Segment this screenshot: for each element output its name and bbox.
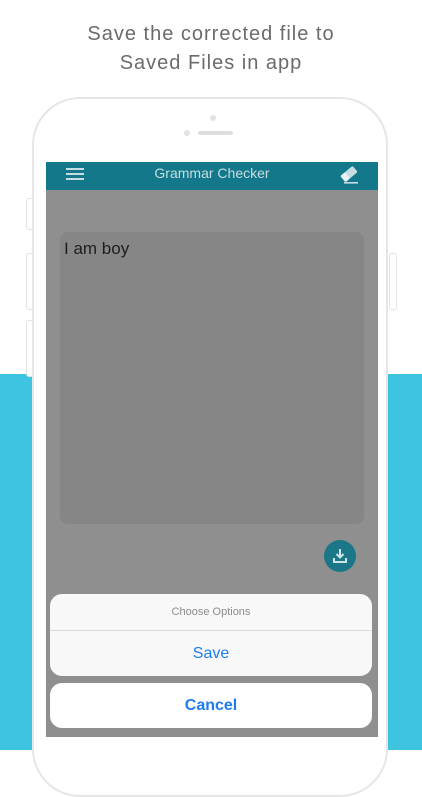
action-sheet-title: Choose Options (50, 594, 372, 631)
download-icon (333, 549, 347, 563)
phone-sensor (210, 115, 216, 121)
phone-camera (184, 130, 190, 136)
grammar-text-editor[interactable]: I am boy (60, 232, 364, 524)
phone-speaker (198, 131, 233, 135)
save-button[interactable]: Save (50, 631, 372, 676)
app-screen: Grammar Checker I am boy Choose Options (46, 162, 378, 737)
cancel-button[interactable]: Cancel (50, 683, 372, 728)
caption-line-1: Save the corrected file to (87, 23, 335, 45)
caption-line-2: Saved Files in app (119, 52, 303, 74)
editor-text: I am boy (64, 239, 130, 258)
marketing-caption: Save the corrected file to Saved Files i… (0, 20, 422, 78)
navigation-bar: Grammar Checker (46, 162, 378, 190)
hamburger-menu-icon[interactable] (66, 166, 84, 180)
eraser-icon[interactable] (338, 164, 360, 184)
phone-power-button (389, 253, 397, 310)
app-title: Grammar Checker (154, 165, 270, 181)
action-sheet: Choose Options Save (50, 594, 372, 676)
download-button[interactable] (324, 540, 356, 572)
